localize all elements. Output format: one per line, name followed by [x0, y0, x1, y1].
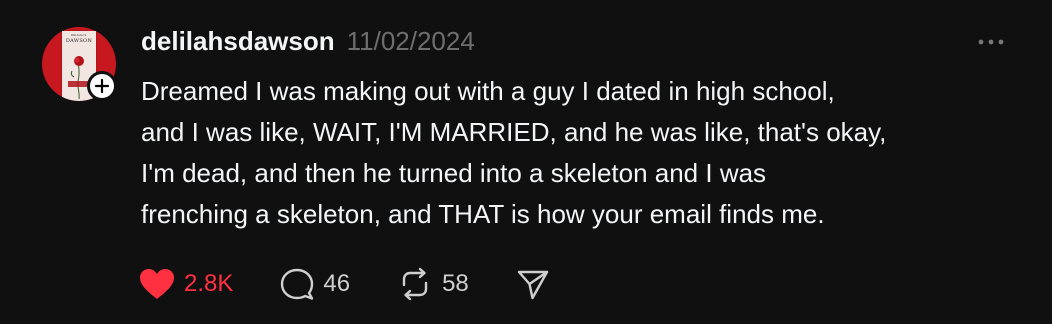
author-avatar-container[interactable]: DELILAH S. DAWSON	[42, 27, 117, 101]
share-button[interactable]	[515, 267, 551, 301]
author-username[interactable]: delilahsdawson	[141, 26, 335, 56]
like-count: 2.8K	[184, 270, 234, 297]
more-options-button[interactable]	[973, 32, 1009, 52]
send-icon	[515, 267, 551, 301]
post-text: Dreamed I was making out with a guy I da…	[141, 76, 887, 229]
thread-post: DELILAH S. DAWSON delilahsdawson 11/02/2…	[0, 0, 1052, 324]
reply-count: 46	[323, 270, 351, 297]
reply-button[interactable]: 46	[279, 267, 350, 301]
heart-icon	[138, 267, 176, 301]
repost-count: 58	[442, 270, 469, 297]
follow-button[interactable]	[87, 71, 117, 101]
speech-bubble-icon	[279, 267, 315, 301]
post-header: delilahsdawson 11/02/2024	[141, 26, 475, 56]
post-timestamp[interactable]: 11/02/2024	[347, 26, 475, 56]
repost-button[interactable]: 58	[396, 267, 469, 301]
more-dots-icon	[978, 39, 1004, 45]
like-button[interactable]: 2.8K	[138, 267, 233, 301]
repost-icon	[396, 267, 434, 301]
plus-icon	[94, 78, 110, 94]
post-actions: 2.8K 46 58	[138, 266, 597, 302]
